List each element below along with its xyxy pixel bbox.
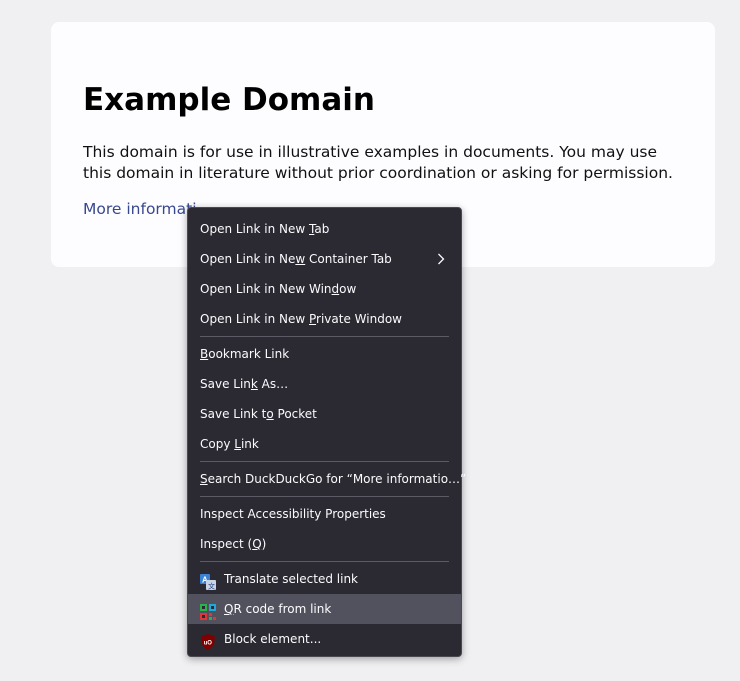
menu-item-label: Block element... [224,632,322,646]
svg-text:uO: uO [204,641,213,647]
menu-item-label-rest: Container Tab [305,252,392,266]
menu-item-label: Open Link in Ne [200,252,296,266]
menu-separator [200,496,449,497]
menu-item-accesskey: o [266,407,274,421]
menu-item-label-rest: ab [314,222,330,236]
menu-item-accesskey: k [250,377,258,391]
menu-save-link-as[interactable]: Save Link As… [188,369,461,399]
menu-inspect[interactable]: Inspect (Q) [188,529,461,559]
menu-item-label: Open Link in New Win [200,282,332,296]
menu-item-label: Open Link in New [200,312,309,326]
menu-block-element[interactable]: uO Block element... [188,624,461,654]
menu-item-label-rest: rivate Window [316,312,402,326]
context-menu: Open Link in New Tab Open Link in New Con… [187,207,466,657]
menu-item-accesskey: w [295,252,306,266]
menu-open-link-new-tab[interactable]: Open Link in New Tab [188,214,461,244]
menu-item-label: Inspect ( [200,537,253,551]
menu-item-accesskey: Q [252,537,262,551]
translate-icon: A文 [200,571,216,591]
menu-item-label-rest: ookmark Link [208,347,290,361]
menu-item-label-rest: ink [240,437,259,451]
menu-item-accesskey: B [200,347,209,361]
menu-open-link-container-tab[interactable]: Open Link in New Container Tab [188,244,461,274]
menu-item-label: Translate selected link [224,572,358,586]
page-title: Example Domain [83,82,375,118]
menu-item-accesskey: S [200,472,208,486]
menu-copy-link[interactable]: Copy Link [188,429,461,459]
menu-item-label-rest: earch DuckDuckGo for “More informatio…” [207,472,467,486]
menu-translate-link[interactable]: A 文 Translate selected link [188,564,461,594]
menu-save-link-pocket[interactable]: Save Link to Pocket [188,399,461,429]
page-description: This domain is for use in illustrative e… [83,143,673,182]
menu-separator [200,561,449,562]
svg-text:文: 文 [208,582,215,591]
menu-bookmark-link[interactable]: Bookmark Link [188,339,461,369]
menu-item-accesskey: P [309,312,317,326]
menu-open-link-private-window[interactable]: Open Link in New Private Window [188,304,461,334]
more-information-link[interactable]: More informati [83,199,197,220]
menu-item-label: Copy [200,437,235,451]
menu-item-label: Save Lin [200,377,251,391]
menu-item-label-rest: Pocket [273,407,317,421]
menu-separator [200,336,449,337]
menu-item-label-rest: ow [339,282,357,296]
menu-item-label: Save Link t [200,407,267,421]
menu-qr-code[interactable]: QR code from link [188,594,461,624]
qr-code-icon [200,601,216,620]
ublock-icon: uO [200,631,216,650]
menu-item-label: Open Link in New [200,222,309,236]
menu-item-label-rest: As… [257,377,289,391]
menu-inspect-accessibility[interactable]: Inspect Accessibility Properties [188,499,461,529]
menu-separator [200,461,449,462]
menu-item-label-rest: ) [261,537,267,551]
menu-item-label-rest: R code from link [233,602,332,616]
menu-open-link-new-window[interactable]: Open Link in New Window [188,274,461,304]
menu-item-label: Inspect Accessibility Properties [200,507,386,521]
chevron-right-icon [437,244,445,274]
menu-search-duckduckgo[interactable]: Search DuckDuckGo for “More informatio…” [188,464,466,494]
menu-item-accesskey: L [234,437,241,451]
